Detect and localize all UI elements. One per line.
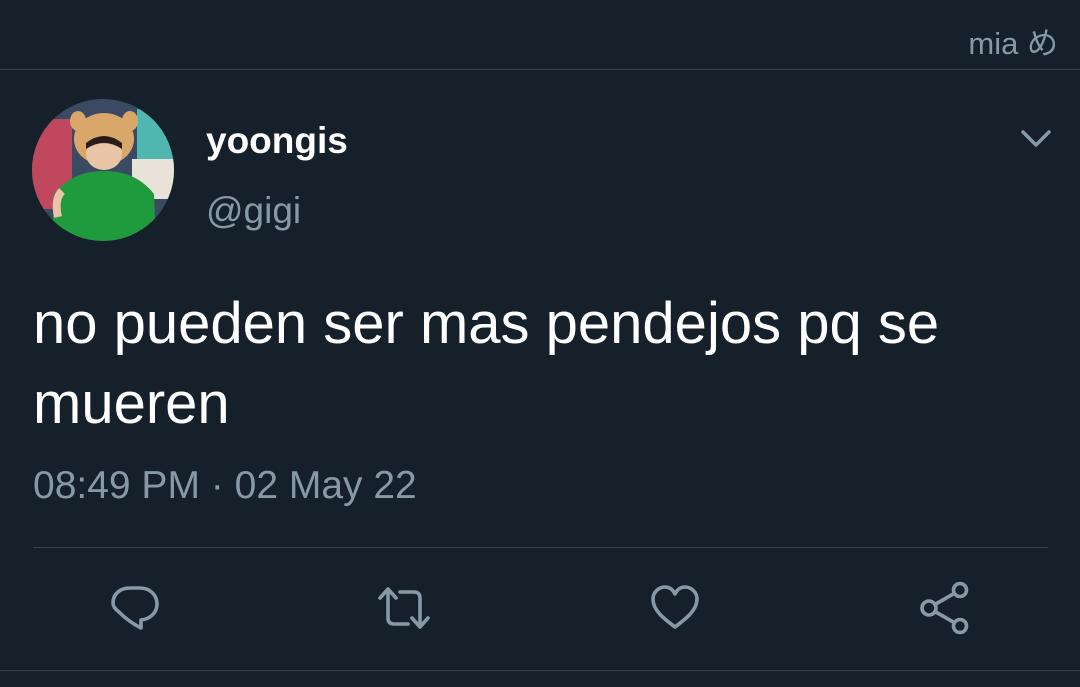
reply-icon xyxy=(111,586,159,630)
tweet-date: 02 May 22 xyxy=(234,464,417,507)
chevron-down-icon[interactable] xyxy=(1019,124,1053,154)
retweet-icon xyxy=(378,587,430,629)
reply-button[interactable] xyxy=(107,580,163,636)
divider xyxy=(33,547,1048,548)
retweet-button[interactable] xyxy=(376,580,432,636)
user-handle[interactable]: @gigi xyxy=(206,190,301,232)
top-bar: mia め xyxy=(0,0,1080,70)
share-icon xyxy=(920,581,969,635)
bottom-border xyxy=(0,670,1080,671)
display-name[interactable]: yoongis xyxy=(206,120,348,162)
tweet-time: 08:49 PM xyxy=(33,464,200,507)
like-button[interactable] xyxy=(647,580,703,636)
heart-icon xyxy=(651,585,699,629)
tweet-timestamp[interactable]: 08:49 PM · 02 May 22 xyxy=(33,464,417,508)
tweet-text: no pueden ser mas pendejos pq se mueren xyxy=(33,291,940,436)
watermark-text: mia め xyxy=(968,26,1058,61)
share-button[interactable] xyxy=(917,580,973,636)
avatar-image xyxy=(32,99,174,241)
avatar[interactable] xyxy=(32,99,174,241)
meta-separator: · xyxy=(210,464,224,507)
